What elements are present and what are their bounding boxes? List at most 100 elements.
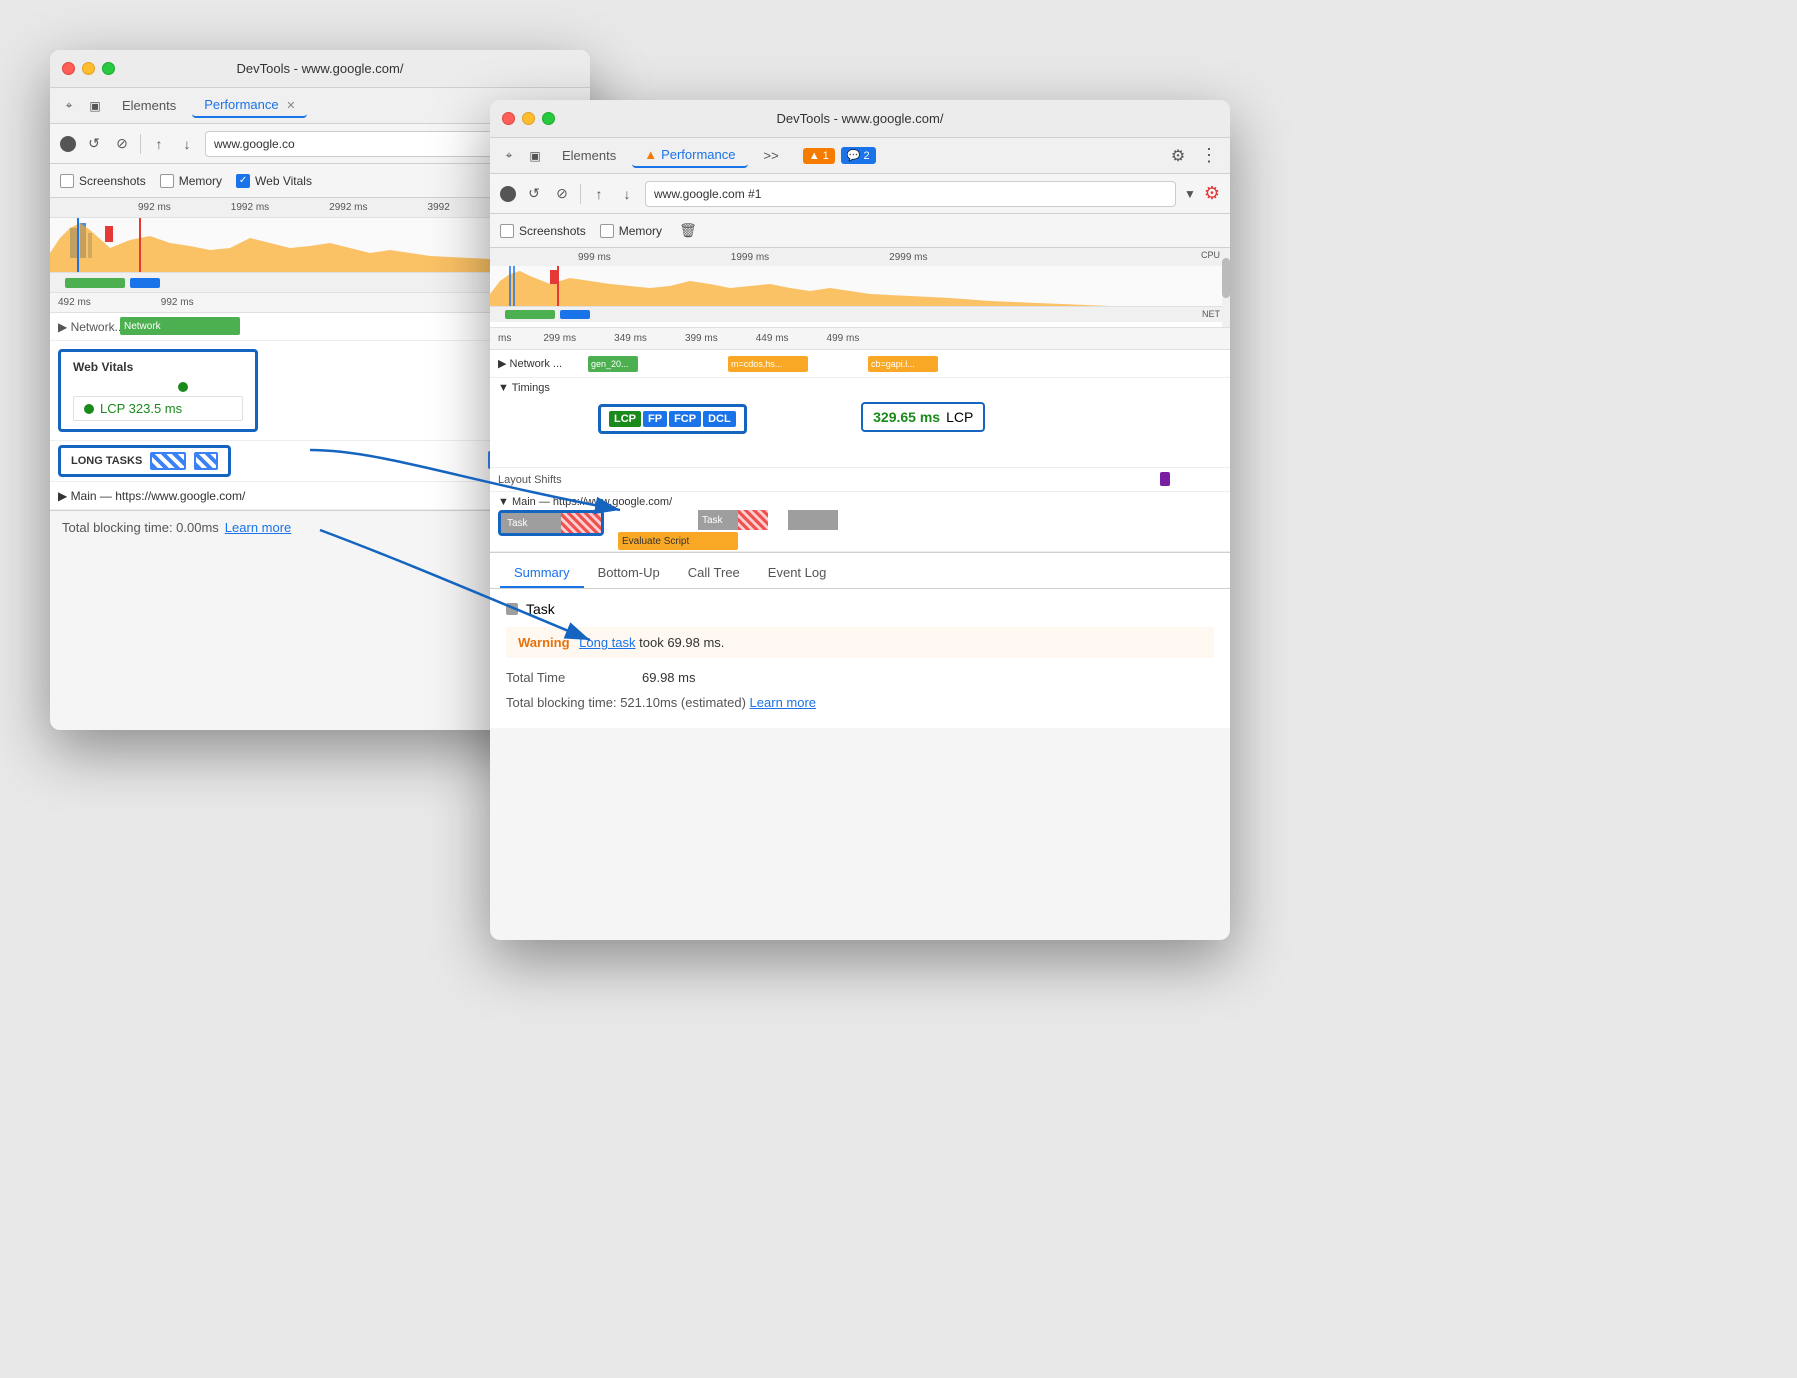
front-url-input[interactable]	[645, 181, 1176, 207]
front-total-blocking-label: Total blocking time:	[506, 695, 617, 710]
front-reload-button[interactable]: ↺	[524, 184, 544, 204]
back-clear-button[interactable]: ⊘	[112, 134, 132, 154]
front-total-time-label: Total Time	[506, 670, 626, 685]
front-layout-shifts-section: Layout Shifts	[490, 468, 1230, 492]
back-web-vitals-title: Web Vitals	[73, 360, 243, 374]
front-traffic-lights	[502, 112, 555, 125]
front-total-blocking-value: 521.10ms (estimated)	[620, 695, 746, 710]
front-memory-checkbox[interactable]: Memory	[600, 224, 662, 238]
front-cpu-chart-overview	[490, 266, 1230, 306]
front-scrollbar-thumb[interactable]	[1222, 258, 1230, 298]
front-net-bar-overview-2	[560, 310, 590, 319]
back-close-button[interactable]	[62, 62, 75, 75]
back-network-bar: Network	[120, 317, 240, 335]
back-lcp-value: LCP 323.5 ms	[100, 401, 182, 416]
front-tab-elements[interactable]: Elements	[550, 144, 628, 167]
front-dcl-badge: DCL	[703, 411, 736, 427]
front-devtools-window: DevTools - www.google.com/ ⌖ ▣ Elements …	[490, 100, 1230, 940]
front-task-bar-1: Task	[501, 513, 601, 533]
front-tab-bottom-up[interactable]: Bottom-Up	[584, 559, 674, 588]
front-network-section: ▶ Network ... gen_20... m=cdos,hs... cb=…	[490, 350, 1230, 378]
front-comment-badge: 💬 2	[841, 147, 876, 164]
front-net-bar-cdos: m=cdos,hs...	[728, 356, 808, 372]
front-upload-button[interactable]: ↑	[589, 184, 609, 204]
back-webvitals-checkbox[interactable]: ✓ Web Vitals	[236, 174, 312, 188]
front-net-overview: NET	[490, 306, 1230, 322]
front-bottom-panel: Summary Bottom-Up Call Tree Event Log Ta…	[490, 552, 1230, 728]
front-lcp-badge: LCP	[609, 411, 641, 427]
front-trash-button[interactable]: 🗑	[680, 223, 696, 239]
front-bottom-tabs: Summary Bottom-Up Call Tree Event Log	[490, 553, 1230, 589]
front-tab-bar: ⌖ ▣ Elements ▲ Performance >> ▲ 1 💬 2 ⚙ …	[490, 138, 1230, 174]
front-record-button[interactable]	[500, 186, 516, 202]
front-overview-ruler: 999 ms 1999 ms 2999 ms CPU	[490, 248, 1230, 266]
back-learn-more-link[interactable]: Learn more	[225, 520, 291, 535]
back-long-task-bar-1	[150, 452, 186, 470]
front-network-label: ▶ Network ...	[498, 357, 588, 370]
front-main-label: ▼ Main — https://www.google.com/	[498, 496, 1222, 508]
front-tab-more[interactable]: >>	[752, 144, 791, 167]
back-lcp-dot	[84, 404, 94, 414]
front-tab-performance[interactable]: ▲ Performance	[632, 143, 747, 168]
back-record-button[interactable]	[60, 136, 76, 152]
back-upload-button[interactable]: ↑	[149, 134, 169, 154]
front-lcp-value: 329.65 ms	[873, 409, 940, 425]
front-cpu-label-overview: CPU	[1201, 250, 1220, 260]
back-panel-icon[interactable]: ▣	[84, 95, 106, 117]
front-layout-shifts-label: Layout Shifts	[498, 474, 562, 486]
back-title-bar: DevTools - www.google.com/	[50, 50, 590, 88]
front-warning-label: Warning	[518, 635, 570, 650]
front-timeline-overview: 999 ms 1999 ms 2999 ms CPU NET	[490, 248, 1230, 328]
front-tab-event-log[interactable]: Event Log	[754, 559, 841, 588]
front-tab-call-tree[interactable]: Call Tree	[674, 559, 754, 588]
back-wv-dot	[178, 382, 188, 392]
front-summary-content: Task Warning Long task took 69.98 ms. To…	[490, 589, 1230, 728]
front-long-task-link[interactable]: Long task	[579, 635, 635, 650]
front-download-button[interactable]: ↓	[617, 184, 637, 204]
front-more-button[interactable]: ⋮	[1196, 145, 1222, 166]
front-settings-button[interactable]: ⚙	[1204, 183, 1220, 204]
front-tab-summary[interactable]: Summary	[500, 559, 584, 588]
front-main-section: ▼ Main — https://www.google.com/ Task Ta…	[490, 492, 1230, 552]
front-total-time-row: Total Time 69.98 ms	[506, 666, 1214, 689]
back-download-button[interactable]: ↓	[177, 134, 197, 154]
front-task-color-indicator	[506, 603, 518, 615]
front-maximize-button[interactable]	[542, 112, 555, 125]
front-lcp-label-text: LCP	[946, 409, 973, 425]
front-cursor-icon[interactable]: ⌖	[498, 145, 520, 167]
front-total-time-value: 69.98 ms	[642, 670, 695, 685]
front-detail-ruler: ms 299 ms 349 ms 399 ms 449 ms 499 ms	[490, 328, 1230, 350]
front-evaluate-script-bar: Evaluate Script	[618, 532, 738, 550]
front-clear-button[interactable]: ⊘	[552, 184, 572, 204]
back-net-bar-2	[130, 278, 160, 288]
front-panel-icon[interactable]: ▣	[524, 145, 546, 167]
back-net-bar-1	[65, 278, 125, 288]
back-screenshots-checkbox[interactable]: Screenshots	[60, 174, 146, 188]
front-close-button[interactable]	[502, 112, 515, 125]
front-lcp-tooltip: 329.65 ms LCP	[861, 402, 985, 432]
front-net-bar-overview	[505, 310, 555, 319]
back-tab-elements[interactable]: Elements	[110, 94, 188, 117]
front-fcp-badge: FCP	[669, 411, 701, 427]
front-url-dropdown[interactable]: ▼	[1184, 187, 1196, 201]
back-tab-performance[interactable]: Performance ✕	[192, 93, 307, 118]
front-timing-badges-box: LCP FP FCP DCL	[598, 404, 747, 434]
front-title-bar: DevTools - www.google.com/	[490, 100, 1230, 138]
front-minimize-button[interactable]	[522, 112, 535, 125]
front-task-name: Task	[526, 601, 555, 617]
front-checkbox-row: Screenshots Memory 🗑	[490, 214, 1230, 248]
front-timings-label: ▼ Timings	[498, 382, 1222, 394]
back-reload-button[interactable]: ↺	[84, 134, 104, 154]
front-gear-button[interactable]: ⚙	[1166, 144, 1190, 168]
back-cursor-icon[interactable]: ⌖	[58, 95, 80, 117]
front-task-bar-2: Task	[698, 510, 768, 530]
back-maximize-button[interactable]	[102, 62, 115, 75]
back-traffic-lights	[62, 62, 115, 75]
front-blocking-time-row: Total blocking time: 521.10ms (estimated…	[506, 689, 1214, 716]
front-scrollbar-v[interactable]	[1222, 248, 1230, 327]
front-learn-more-link[interactable]: Learn more	[750, 695, 816, 710]
back-minimize-button[interactable]	[82, 62, 95, 75]
front-screenshots-checkbox[interactable]: Screenshots	[500, 224, 586, 238]
back-memory-checkbox[interactable]: Memory	[160, 174, 222, 188]
front-fp-badge: FP	[643, 411, 667, 427]
